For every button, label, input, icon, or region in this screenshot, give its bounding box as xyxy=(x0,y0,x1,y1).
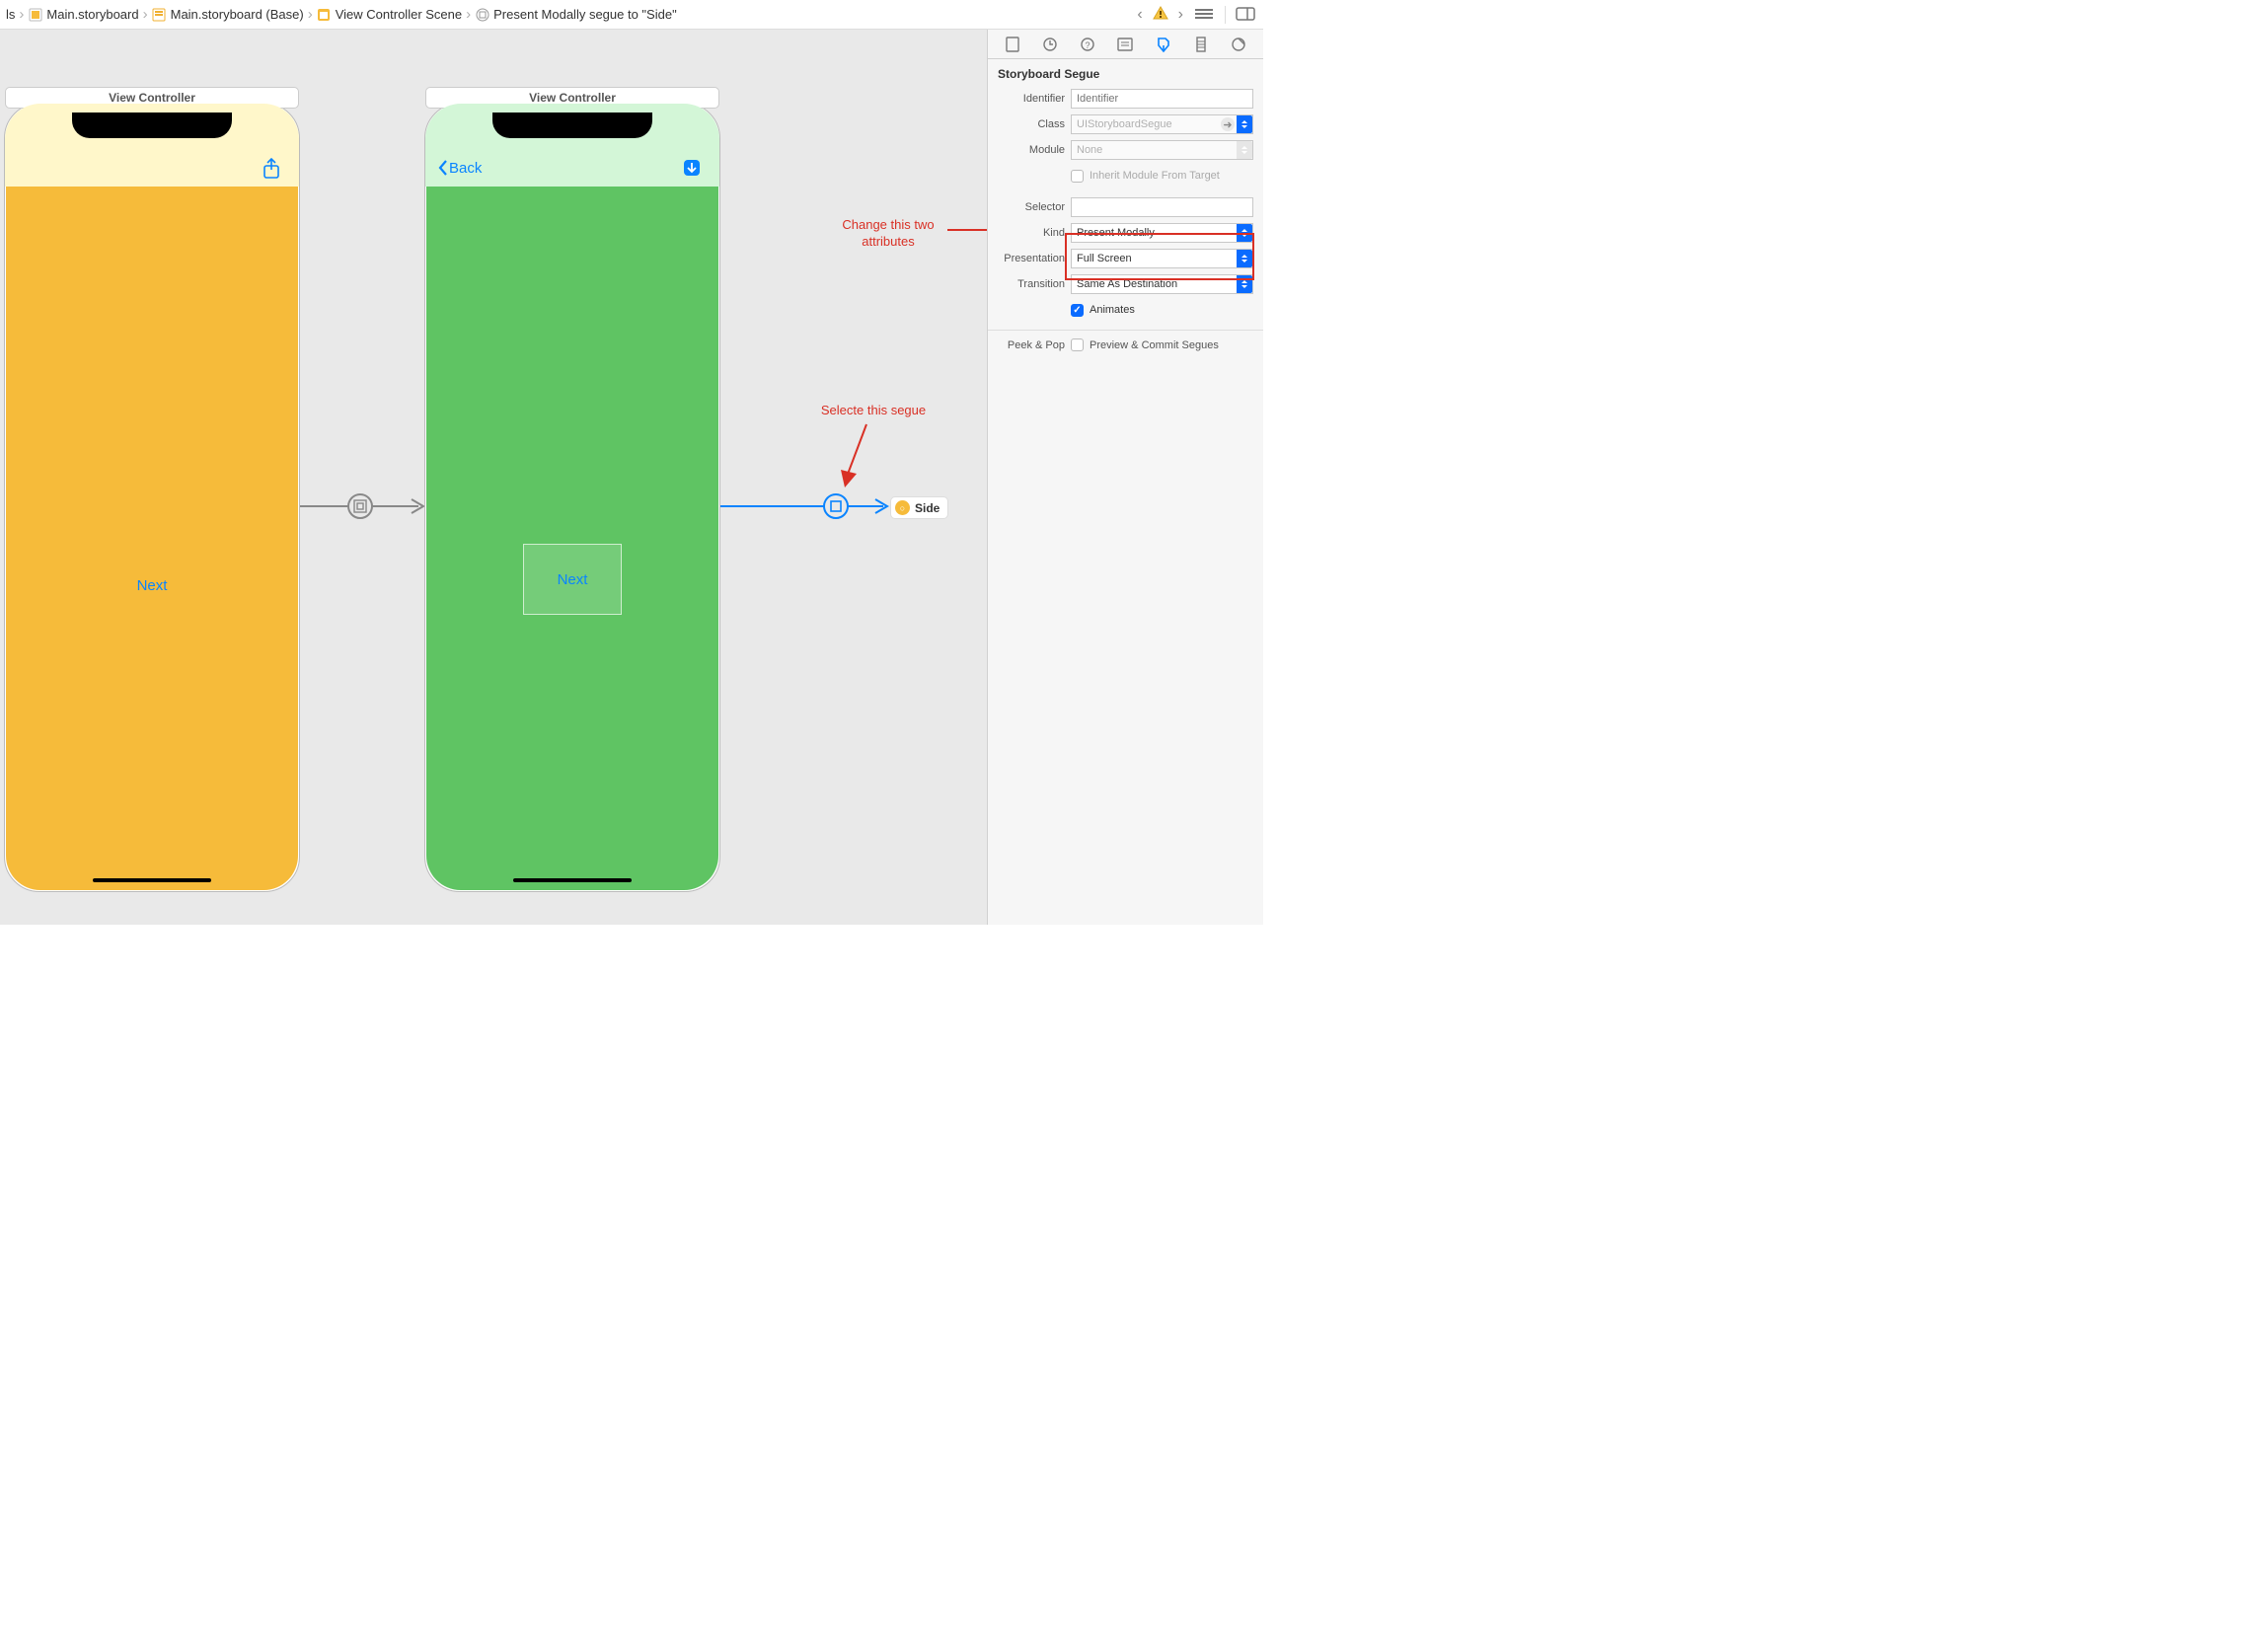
arrowhead-icon xyxy=(873,497,891,515)
inspector-panel: ? Storyboard Segue Identifier Class UISt… xyxy=(987,30,1263,925)
crumb-root[interactable]: ls xyxy=(6,7,15,22)
warning-icon[interactable] xyxy=(1153,6,1168,23)
inspector-section-header: Storyboard Segue xyxy=(988,59,1263,85)
annotation-arrow-icon xyxy=(837,422,876,491)
attributes-inspector-tab[interactable] xyxy=(1153,34,1174,55)
class-select[interactable]: UIStoryboardSegue ➜ xyxy=(1071,114,1253,134)
transition-select[interactable]: Same As Destination xyxy=(1071,274,1253,294)
preview-commit-label: Preview & Commit Segues xyxy=(1090,339,1219,351)
crumb-sep: › xyxy=(143,6,148,23)
stepper-arrows-icon[interactable] xyxy=(1237,141,1252,159)
container-view[interactable]: Next xyxy=(523,544,622,615)
peek-pop-checkbox[interactable] xyxy=(1071,338,1084,351)
inspector-tabs: ? xyxy=(988,30,1263,59)
annotation-arrow-icon xyxy=(947,223,987,237)
crumb-scene[interactable]: View Controller Scene xyxy=(317,7,462,22)
crumb-segue[interactable]: Present Modally segue to "Side" xyxy=(475,7,677,22)
download-icon[interactable] xyxy=(682,158,702,181)
jump-to-class-icon[interactable]: ➜ xyxy=(1221,117,1235,131)
label-presentation: Presentation xyxy=(998,253,1071,264)
storyboard-file-icon xyxy=(28,7,42,22)
segue-embed-circle[interactable] xyxy=(347,493,373,519)
nav-back-icon[interactable]: ‹ xyxy=(1137,6,1142,24)
segue-icon xyxy=(475,7,489,22)
breadcrumb-bar: ls › Main.storyboard › Main.storyboard (… xyxy=(0,0,1263,30)
stepper-arrows-icon[interactable] xyxy=(1237,224,1252,242)
notch xyxy=(72,113,232,138)
present-modally-icon xyxy=(829,499,843,513)
label-transition: Transition xyxy=(998,278,1071,290)
history-inspector-tab[interactable] xyxy=(1039,34,1061,55)
scene-icon xyxy=(317,7,332,22)
crumb-storyboard[interactable]: Main.storyboard xyxy=(28,7,138,22)
segue-line-selected[interactable] xyxy=(720,505,883,507)
next-button[interactable]: Next xyxy=(6,577,298,594)
size-inspector-tab[interactable] xyxy=(1190,34,1212,55)
svg-text:?: ? xyxy=(1086,40,1090,50)
crumb-sep: › xyxy=(466,6,471,23)
nav-forward-icon[interactable]: › xyxy=(1178,6,1183,24)
connections-inspector-tab[interactable] xyxy=(1228,34,1249,55)
storyboard-canvas[interactable]: View Controller Next View Controller xyxy=(0,30,987,925)
inherit-module-label: Inherit Module From Target xyxy=(1090,170,1220,182)
home-indicator xyxy=(93,878,211,882)
next-button[interactable]: Next xyxy=(558,571,588,588)
identifier-field[interactable] xyxy=(1071,89,1253,109)
stepper-arrows-icon[interactable] xyxy=(1237,115,1252,133)
selector-field[interactable] xyxy=(1071,197,1253,217)
animates-label: Animates xyxy=(1090,304,1135,316)
annotation-change: Change this two attributes xyxy=(819,217,957,251)
view-body: Next xyxy=(6,187,298,890)
embed-icon xyxy=(353,499,367,513)
label-class: Class xyxy=(998,118,1071,130)
annotation-select: Selecte this segue xyxy=(799,403,947,419)
crumb-sep: › xyxy=(308,6,313,23)
label-kind: Kind xyxy=(998,227,1071,239)
crumb-base[interactable]: Main.storyboard (Base) xyxy=(152,7,304,22)
segue-present-circle[interactable] xyxy=(823,493,849,519)
adjust-editor-icon[interactable] xyxy=(1236,7,1257,23)
storyboard-base-icon xyxy=(152,7,167,22)
label-module: Module xyxy=(998,144,1071,156)
stepper-arrows-icon[interactable] xyxy=(1237,250,1252,267)
side-scene-ref[interactable]: ○ Side xyxy=(890,496,948,519)
scene-dot-icon: ○ xyxy=(895,500,910,515)
stepper-arrows-icon[interactable] xyxy=(1237,275,1252,293)
label-identifier: Identifier xyxy=(998,93,1071,105)
view-body: Next xyxy=(426,187,718,890)
label-peek: Peek & Pop xyxy=(998,339,1071,351)
kind-select[interactable]: Present Modally xyxy=(1071,223,1253,243)
divider xyxy=(1225,6,1226,24)
view-controller-2[interactable]: View Controller Back Next xyxy=(424,103,720,892)
share-icon[interactable] xyxy=(262,158,281,183)
notch xyxy=(492,113,652,138)
inherit-module-checkbox[interactable] xyxy=(1071,170,1084,183)
presentation-select[interactable]: Full Screen xyxy=(1071,249,1253,268)
divider xyxy=(988,330,1263,331)
crumb-sep: › xyxy=(19,6,24,23)
home-indicator xyxy=(513,878,632,882)
animates-checkbox[interactable] xyxy=(1071,304,1084,317)
module-select[interactable]: None xyxy=(1071,140,1253,160)
file-inspector-tab[interactable] xyxy=(1002,34,1023,55)
label-selector: Selector xyxy=(998,201,1071,213)
identity-inspector-tab[interactable] xyxy=(1114,34,1136,55)
back-button[interactable]: Back xyxy=(437,159,482,177)
outline-icon[interactable] xyxy=(1193,7,1215,23)
help-inspector-tab[interactable]: ? xyxy=(1077,34,1098,55)
view-controller-1[interactable]: View Controller Next xyxy=(4,103,300,892)
